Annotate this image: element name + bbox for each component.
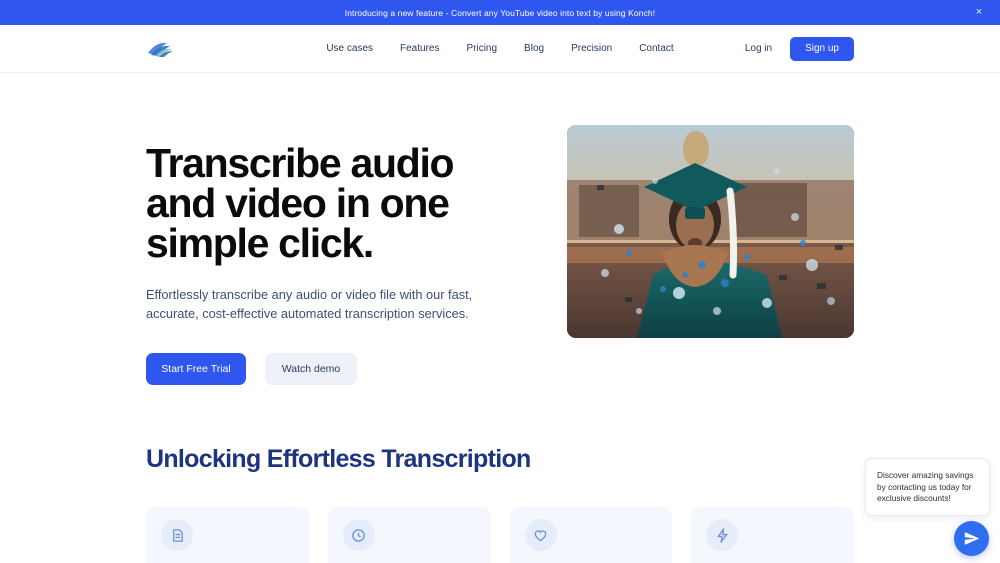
nav-item-use-cases[interactable]: Use cases	[326, 43, 373, 54]
lightning-icon	[706, 519, 738, 551]
hero-image-container	[567, 143, 854, 256]
hero-section: Transcribe audio and video in one simple…	[0, 73, 1000, 385]
nav-item-precision[interactable]: Precision	[571, 43, 612, 54]
feature-card[interactable]	[691, 507, 854, 563]
chat-launcher-button[interactable]	[954, 521, 989, 556]
main-navigation: Use cases Features Pricing Blog Precisio…	[326, 43, 673, 54]
konch-logo[interactable]	[146, 37, 180, 61]
chat-tooltip-text: Discover amazing savings by contacting u…	[877, 470, 977, 505]
hero-title-line-3: simple click.	[146, 220, 373, 266]
clock-icon	[343, 519, 375, 551]
announcement-text: Introducing a new feature - Convert any …	[345, 8, 655, 18]
hero-subtitle-line-2: accurate, cost-effective automated trans…	[146, 306, 469, 321]
nav-item-contact[interactable]: Contact	[639, 43, 673, 54]
watch-demo-button[interactable]: Watch demo	[265, 353, 357, 385]
feature-card-list	[146, 507, 854, 563]
feature-card[interactable]	[328, 507, 491, 563]
nav-item-features[interactable]: Features	[400, 43, 439, 54]
page-title: Transcribe audio and video in one simple…	[146, 143, 496, 263]
close-icon[interactable]: ×	[972, 6, 986, 20]
nav-item-blog[interactable]: Blog	[524, 43, 544, 54]
section-title: Unlocking Effortless Transcription	[146, 445, 854, 474]
auth-actions: Log in Sign up	[745, 37, 854, 61]
hero-subtitle: Effortlessly transcribe any audio or vid…	[146, 285, 476, 323]
site-header: Use cases Features Pricing Blog Precisio…	[0, 25, 1000, 73]
features-section: Unlocking Effortless Transcription	[0, 385, 1000, 563]
hero-subtitle-line-1: Effortlessly transcribe any audio or vid…	[146, 287, 472, 302]
document-icon	[161, 519, 193, 551]
login-link[interactable]: Log in	[745, 43, 772, 54]
feature-card[interactable]	[510, 507, 673, 563]
send-icon	[963, 530, 980, 547]
feature-card[interactable]	[146, 507, 309, 563]
start-free-trial-button[interactable]: Start Free Trial	[146, 353, 246, 385]
signup-button[interactable]: Sign up	[790, 37, 854, 61]
nav-item-pricing[interactable]: Pricing	[466, 43, 497, 54]
hero-cta-group: Start Free Trial Watch demo	[146, 353, 496, 385]
hero-copy: Transcribe audio and video in one simple…	[146, 143, 496, 385]
chat-tooltip: Discover amazing savings by contacting u…	[865, 458, 990, 516]
announcement-banner: Introducing a new feature - Convert any …	[0, 0, 1000, 25]
hero-image	[567, 125, 854, 338]
heart-icon	[525, 519, 557, 551]
